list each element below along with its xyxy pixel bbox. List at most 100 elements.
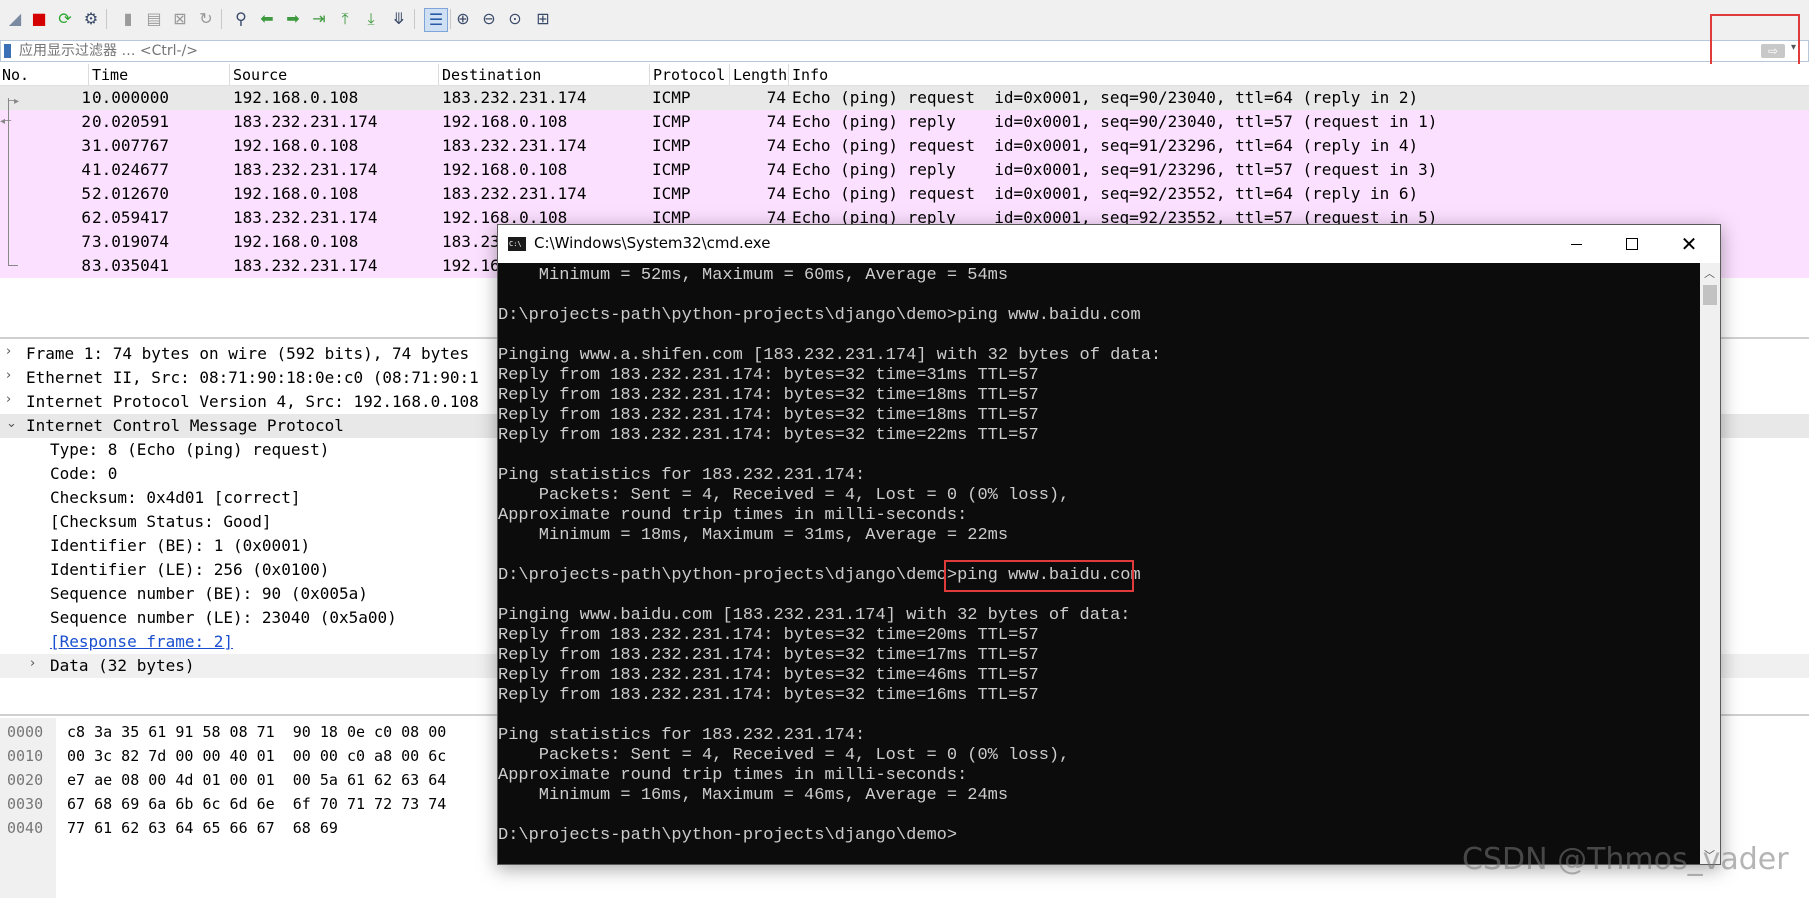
- highlight-box-ping-command: [944, 560, 1134, 592]
- packet-len: 74: [766, 160, 786, 179]
- open-file-icon[interactable]: ▮: [117, 8, 139, 30]
- packet-info: Echo (ping) request id=0x0001, seq=91/23…: [792, 136, 1419, 155]
- go-forward-icon[interactable]: ➡: [282, 8, 304, 30]
- main-toolbar: ◢ ■ ⟳ ⚙ ▮ ▤ ⊠ ↻ ⚲ ⬅ ➡ ⇥ ⤒ ⤓ ⤋ ☰ ⊕ ⊖ ⊙ ⊞: [0, 0, 1809, 41]
- bookmark-icon[interactable]: [4, 44, 11, 58]
- hex-bytes[interactable]: c8 3a 35 61 91 58 08 71 90 18 0e c0 08 0…: [67, 723, 446, 741]
- console-line: Minimum = 18ms, Maximum = 31ms, Average …: [498, 526, 1009, 545]
- packet-row[interactable]: 2 0.020591 183.232.231.174 192.168.0.108 ICM…: [0, 110, 1809, 134]
- cmd-console-output[interactable]: Minimum = 52ms, Maximum = 60ms, Average …: [498, 263, 1700, 864]
- packet-dst: 183.23: [442, 232, 500, 251]
- col-no-header[interactable]: No.: [2, 66, 29, 84]
- packet-no: 5: [81, 184, 91, 203]
- packet-info: Echo (ping) request id=0x0001, seq=90/23…: [792, 88, 1419, 107]
- maximize-icon[interactable]: [1609, 225, 1655, 263]
- packet-src: 183.232.231.174: [233, 160, 378, 179]
- console-line: Packets: Sent = 4, Received = 4, Lost = …: [498, 486, 1070, 505]
- bracket-end: [8, 265, 18, 266]
- packet-list-header: No. Time Source Destination Protocol Length In…: [0, 64, 1809, 86]
- hex-bytes[interactable]: 00 3c 82 7d 00 00 40 01 00 00 c0 a8 00 6…: [67, 747, 446, 765]
- cmd-window-title: C:\Windows\System32\cmd.exe: [534, 234, 771, 252]
- cmd-scrollbar[interactable]: ︿ ﹀: [1700, 263, 1720, 864]
- zoom-in-icon[interactable]: ⊕: [452, 8, 474, 30]
- collapsed-chevron-icon[interactable]: ›: [6, 368, 11, 383]
- col-length-header[interactable]: Length: [733, 66, 787, 84]
- collapsed-chevron-icon[interactable]: ›: [6, 392, 11, 407]
- packet-row[interactable]: 3 1.007767 192.168.0.108 183.232.231.174 ICM…: [0, 134, 1809, 158]
- packet-dst: 192.168.0.108: [442, 160, 568, 179]
- response-frame-link[interactable]: [Response frame: 2]: [50, 632, 233, 651]
- last-packet-icon[interactable]: ⤓: [360, 8, 382, 30]
- watermark: CSDN @Thmos_vader: [1462, 842, 1789, 877]
- console-line: Reply from 183.232.231.174: bytes=32 tim…: [498, 686, 1039, 705]
- first-packet-icon[interactable]: ⤒: [334, 8, 356, 30]
- col-time-header[interactable]: Time: [92, 66, 128, 84]
- shark-fin-icon[interactable]: ◢: [4, 8, 26, 30]
- hex-bytes[interactable]: 77 61 62 63 64 65 66 67 68 69: [67, 819, 338, 837]
- column-divider[interactable]: [729, 64, 730, 85]
- packet-time: 0.020591: [92, 112, 170, 131]
- find-icon[interactable]: ⚲: [230, 8, 252, 30]
- expanded-chevron-icon[interactable]: ⌄: [6, 416, 17, 431]
- tree-item-label: Internet Protocol Version 4, Src: 192.16…: [26, 392, 479, 411]
- resize-columns-icon[interactable]: ⊞: [532, 8, 554, 30]
- packet-row[interactable]: 5 2.012670 192.168.0.108 183.232.231.174 ICM…: [0, 182, 1809, 206]
- packet-time: 2.059417: [92, 208, 170, 227]
- autoscroll-icon[interactable]: ⤋: [388, 8, 410, 30]
- column-divider[interactable]: [788, 64, 789, 85]
- tree-item-label: Type: 8 (Echo (ping) request): [50, 440, 330, 459]
- column-divider[interactable]: [229, 64, 230, 85]
- col-info-header[interactable]: Info: [792, 66, 828, 84]
- restart-icon[interactable]: ⟳: [54, 8, 76, 30]
- col-protocol-header[interactable]: Protocol: [653, 66, 725, 84]
- stop-icon[interactable]: ■: [28, 8, 50, 30]
- tree-item-label: Ethernet II, Src: 08:71:90:18:0e:c0 (08:…: [26, 368, 479, 387]
- close-file-icon[interactable]: ⊠: [169, 8, 191, 30]
- scroll-up-icon[interactable]: ︿: [1704, 265, 1715, 281]
- tree-item-label: Checksum: 0x4d01 [correct]: [50, 488, 301, 507]
- console-line: Reply from 183.232.231.174: bytes=32 tim…: [498, 426, 1039, 445]
- collapsed-chevron-icon[interactable]: ›: [30, 656, 35, 671]
- packet-row[interactable]: 4 1.024677 183.232.231.174 192.168.0.108 ICM…: [0, 158, 1809, 182]
- hex-bytes[interactable]: 67 68 69 6a 6b 6c 6d 6e 6f 70 71 72 73 7…: [67, 795, 446, 813]
- packet-proto: ICMP: [652, 160, 691, 179]
- hex-bytes[interactable]: e7 ae 08 00 4d 01 00 01 00 5a 61 62 63 6…: [67, 771, 446, 789]
- cmd-window[interactable]: C:\ C:\Windows\System32\cmd.exe ✕ Minimu…: [497, 224, 1721, 865]
- column-divider[interactable]: [438, 64, 439, 85]
- zoom-normal-icon[interactable]: ⊙: [504, 8, 526, 30]
- packet-dst: 183.232.231.174: [442, 136, 587, 155]
- console-line: Reply from 183.232.231.174: bytes=32 tim…: [498, 386, 1039, 405]
- tree-item-label: Identifier (BE): 1 (0x0001): [50, 536, 311, 555]
- display-filter-bar: ⇨ ▾: [0, 40, 1809, 62]
- packet-no: 4: [81, 160, 91, 179]
- minimize-icon[interactable]: [1553, 225, 1599, 263]
- request-marker-icon: ─▸: [8, 96, 20, 107]
- packet-time: 1.024677: [92, 160, 170, 179]
- col-destination-header[interactable]: Destination: [442, 66, 541, 84]
- packet-info: Echo (ping) request id=0x0001, seq=92/23…: [792, 184, 1419, 203]
- column-divider[interactable]: [88, 64, 89, 85]
- packet-no: 3: [81, 136, 91, 155]
- display-filter-input[interactable]: [19, 41, 1759, 61]
- packet-src: 183.232.231.174: [233, 208, 378, 227]
- collapsed-chevron-icon[interactable]: ›: [6, 344, 11, 359]
- packet-proto: ICMP: [652, 136, 691, 155]
- column-divider[interactable]: [649, 64, 650, 85]
- cmd-title-bar[interactable]: C:\ C:\Windows\System32\cmd.exe ✕: [498, 225, 1720, 263]
- go-back-icon[interactable]: ⬅: [256, 8, 278, 30]
- zoom-out-icon[interactable]: ⊖: [478, 8, 500, 30]
- reload-icon[interactable]: ↻: [195, 8, 217, 30]
- console-line: D:\projects-path\python-projects\django\…: [498, 306, 1141, 325]
- packet-no: 6: [81, 208, 91, 227]
- options-gear-icon[interactable]: ⚙: [80, 8, 102, 30]
- close-icon[interactable]: ✕: [1664, 225, 1714, 263]
- go-to-packet-icon[interactable]: ⇥: [308, 8, 330, 30]
- save-file-icon[interactable]: ▤: [143, 8, 165, 30]
- packet-len: 74: [766, 136, 786, 155]
- colorize-icon[interactable]: ☰: [424, 8, 448, 32]
- packet-row[interactable]: 1 0.000000 192.168.0.108 183.232.231.174 ICM…: [0, 86, 1809, 110]
- col-source-header[interactable]: Source: [233, 66, 287, 84]
- scroll-thumb[interactable]: [1703, 285, 1717, 305]
- console-line: Ping statistics for 183.232.231.174:: [498, 726, 866, 745]
- packet-proto: ICMP: [652, 112, 691, 131]
